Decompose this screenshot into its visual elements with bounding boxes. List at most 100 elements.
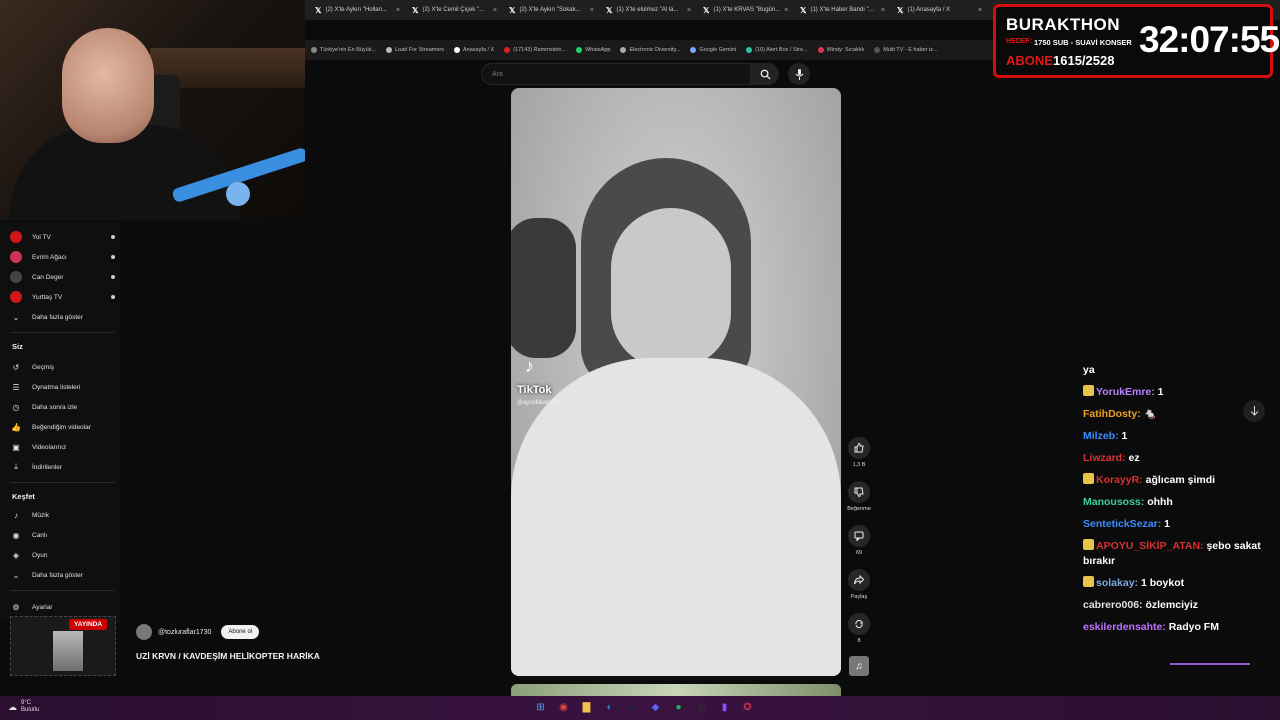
remix-button[interactable] (848, 613, 870, 635)
chat-username[interactable]: cabrero006: (1083, 599, 1143, 611)
close-icon[interactable]: × (978, 7, 982, 14)
dislike-action[interactable]: Beğenme (846, 481, 872, 512)
weather-widget[interactable]: ☁ 9°C Bulutlu (8, 700, 39, 714)
sidebar-item[interactable]: ☰ Oynatma listeleri (10, 380, 115, 394)
thumbs-down-icon (854, 487, 864, 497)
sidebar-item[interactable]: ⌄ Daha fazla göster (10, 568, 115, 582)
channel-row: @tozluraflar1730 Abone ol (136, 624, 260, 640)
obs-icon[interactable]: ◎ (693, 699, 710, 716)
steam-icon[interactable]: ● (624, 699, 641, 716)
chrome-icon[interactable]: ◉ (555, 699, 572, 716)
sidebar-item[interactable]: ♪ Müzik (10, 508, 115, 522)
bookmark-item[interactable]: Multi TV - E haber iz... (874, 47, 938, 53)
sidebar-subscription[interactable]: Can Deger (10, 270, 115, 284)
short-video-player[interactable]: ♪ TikTok @aycelilkadenizz (511, 88, 841, 676)
sidebar-subscription[interactable]: Yurttaş TV (10, 290, 115, 304)
comments-action[interactable]: 69 (846, 525, 872, 556)
sound-action[interactable]: ♫ (846, 656, 872, 676)
browser-tab[interactable]: 𝕏 (1) Anasayfa / X × (893, 2, 986, 18)
comments-button[interactable] (848, 525, 870, 547)
chat-message: eskilerdensahte: Radyo FM (1083, 620, 1273, 635)
bookmark-item[interactable]: (17143) Rammstein... (504, 47, 566, 53)
clock-icon: ◷ (12, 402, 20, 412)
close-icon[interactable]: × (784, 7, 788, 14)
mini-live-player[interactable]: YAYINDA (10, 616, 116, 676)
bookmark-item[interactable]: Türkiye'nin En Büyük... (311, 47, 376, 53)
chat-username[interactable]: APOYU_SİKİP_ATAN: (1096, 540, 1204, 552)
channel-avatar[interactable] (136, 624, 152, 640)
sidebar-item[interactable]: ⚙ Ayarlar (10, 600, 115, 614)
spotify-icon[interactable]: ● (670, 699, 687, 716)
sidebar-subscription[interactable]: Evrim Ağacı (10, 250, 115, 264)
chat-username[interactable]: Manousoss: (1083, 496, 1144, 508)
share-label: Paylaş (850, 594, 868, 600)
like-action[interactable]: 1,3 B (846, 437, 872, 468)
sidebar-item[interactable]: ▣ Videolarınız (10, 440, 115, 454)
bookmark-item[interactable]: Windy: Sıcaklık (817, 47, 864, 53)
chat-username[interactable]: FatihDosty: (1083, 408, 1141, 420)
file-explorer-icon[interactable]: ▇ (578, 699, 595, 716)
subscriber-badge-icon (1083, 473, 1094, 484)
chat-progress-bar (1170, 663, 1250, 665)
browser-tab[interactable]: 𝕏 (1) X'te Haber Bandı "... × (796, 2, 889, 18)
video-title[interactable]: UZİ KRVN / KAVDEŞİM HELİKOPTER HARİKA (136, 651, 320, 661)
sidebar-item[interactable]: ⤓ İndirilenler (10, 460, 115, 474)
dislike-button[interactable] (848, 481, 870, 503)
like-button[interactable] (848, 437, 870, 459)
chat-username[interactable]: Milzeb: (1083, 430, 1119, 442)
twitch-icon[interactable]: ▮ (716, 699, 733, 716)
sound-thumbnail-button[interactable]: ♫ (849, 656, 869, 676)
subscribe-button[interactable]: Abone ol (221, 625, 260, 639)
windows-start-icon[interactable]: ⊞ (532, 699, 549, 716)
close-icon[interactable]: × (493, 7, 497, 14)
chat-text: özlemciyiz (1145, 599, 1198, 611)
channel-handle[interactable]: @tozluraflar1730 (158, 629, 211, 636)
chat-username[interactable]: Liwzard: (1083, 452, 1126, 464)
share-action[interactable]: Paylaş (846, 569, 872, 600)
edge-icon[interactable]: ◐ (601, 699, 618, 716)
sidebar-item[interactable]: ↺ Geçmiş (10, 360, 115, 374)
bookmark-item[interactable]: Anasayfa / X (454, 47, 494, 53)
chat-username[interactable]: eskilerdensahte: (1083, 621, 1166, 633)
misc-app-icon[interactable]: ✪ (739, 699, 756, 716)
sidebar-heading-you[interactable]: Siz (12, 342, 23, 351)
sidebar-item[interactable]: ⌄ Daha fazla göster (10, 310, 115, 324)
discord-icon[interactable]: ◆ (647, 699, 664, 716)
sidebar-item[interactable]: ◉ Canlı (10, 528, 115, 542)
remix-action[interactable]: 8 (846, 613, 872, 644)
next-video-preview[interactable] (511, 684, 841, 696)
tiktok-logo-icon: ♪ (525, 356, 534, 376)
voice-search-button[interactable] (788, 63, 810, 85)
overlay-timer: 32:07:55 (1139, 19, 1280, 60)
x-logo-icon: 𝕏 (897, 5, 904, 15)
chat-username[interactable]: solakay: (1096, 577, 1138, 589)
close-icon[interactable]: × (881, 7, 885, 14)
chat-scroll-down-button[interactable] (1243, 400, 1265, 422)
close-icon[interactable]: × (687, 7, 691, 14)
chevron-down-icon: ⌄ (12, 312, 20, 322)
sidebar-subscription[interactable]: Yol TV (10, 230, 115, 244)
bookmark-item[interactable]: WhatsApp (576, 47, 610, 53)
browser-tab[interactable]: 𝕏 (2) X'te Aykırı "Hollan... × (311, 2, 404, 18)
cloud-icon: ☁ (8, 701, 17, 712)
bookmark-item[interactable]: Load For Streamers (386, 47, 444, 53)
browser-tab[interactable]: 𝕏 (1) X'te KRVAS "Bugün... × (699, 2, 792, 18)
bookmark-item[interactable]: Electronic Diversity... (620, 47, 680, 53)
browser-tab[interactable]: 𝕏 (2) X'te Aykırı "Sokak... × (505, 2, 598, 18)
sidebar-item[interactable]: ◷ Daha sonra izle (10, 400, 115, 414)
bookmark-item[interactable]: (10) Alert Box / Stre... (746, 47, 808, 53)
chat-username[interactable]: KorayyR: (1096, 474, 1143, 486)
sidebar-item[interactable]: 👍 Beğendiğim videolar (10, 420, 115, 434)
search-input[interactable]: Ara (481, 63, 751, 85)
sidebar-item[interactable]: ◈ Oyun (10, 548, 115, 562)
bookmark-item[interactable]: Google Gemini (690, 47, 736, 53)
chat-username[interactable]: YorukEmre: (1096, 386, 1155, 398)
close-icon[interactable]: × (396, 7, 400, 14)
browser-tab[interactable]: 𝕏 (1) X'te elulmez "Al la... × (602, 2, 695, 18)
chat-username[interactable]: SentetickSezar: (1083, 518, 1161, 530)
share-button[interactable] (848, 569, 870, 591)
search-button[interactable] (751, 63, 779, 85)
browser-tab[interactable]: 𝕏 (2) X'te Cemil Çiçek "... × (408, 2, 501, 18)
close-icon[interactable]: × (590, 7, 594, 14)
tiktok-watermark: TikTok (517, 384, 552, 396)
